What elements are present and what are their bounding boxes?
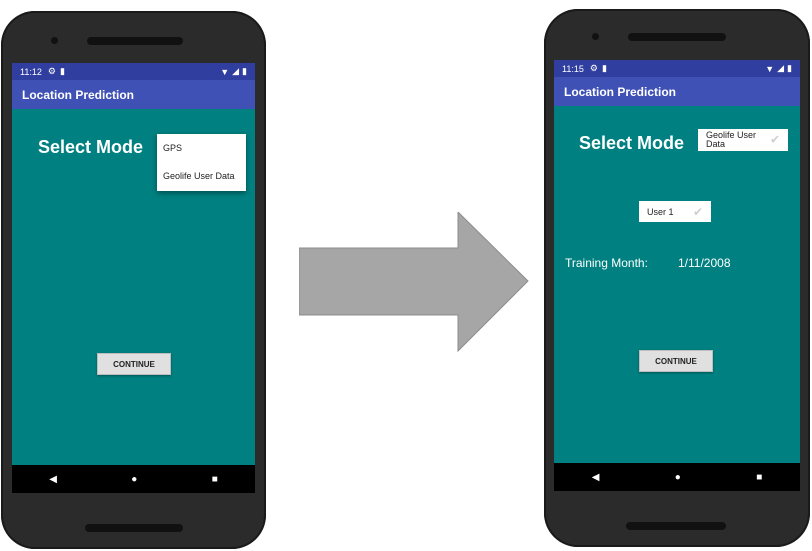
wifi-icon: ▼ xyxy=(765,63,775,74)
left-screen: 11:12 ⚙ ▮ ▼ ◢ ▮ Location Prediction Sele… xyxy=(12,63,255,493)
app-bar: Location Prediction xyxy=(12,80,255,109)
bottom-speaker xyxy=(626,522,726,530)
home-icon[interactable]: ● xyxy=(131,474,137,485)
front-camera xyxy=(592,33,599,40)
checkmark-icon: ✔ xyxy=(692,204,703,219)
signal-icon: ◢ xyxy=(232,66,240,76)
training-month-label: Training Month: xyxy=(565,256,648,270)
status-bar: 11:15 ⚙ ▮ ▼ ◢ ▮ xyxy=(554,60,800,77)
bottom-speaker xyxy=(85,524,183,532)
select-mode-heading: Select Mode xyxy=(579,133,685,153)
continue-button[interactable]: CONTINUE xyxy=(639,350,713,372)
gear-icon: ⚙ xyxy=(47,66,56,76)
front-camera xyxy=(51,37,58,44)
sd-card-icon: ▮ xyxy=(601,63,607,73)
menu-item-gps[interactable]: GPS xyxy=(157,134,246,162)
gear-icon: ⚙ xyxy=(589,63,598,73)
back-icon[interactable]: ◀ xyxy=(49,474,57,485)
menu-item-geolife[interactable]: Geolife User Data xyxy=(157,162,246,190)
back-icon[interactable]: ◀ xyxy=(592,472,600,483)
navigation-bar: ◀ ● ■ xyxy=(554,463,800,491)
checkmark-icon: ✔ xyxy=(769,132,780,147)
wifi-icon: ▼ xyxy=(220,66,230,77)
mode-dropdown-menu: GPS Geolife User Data xyxy=(157,134,246,191)
right-screen: 11:15 ⚙ ▮ ▼ ◢ ▮ Location Prediction Sele… xyxy=(554,60,800,491)
status-time: 11:12 xyxy=(20,66,42,77)
right-arrow-icon xyxy=(299,212,529,352)
top-speaker xyxy=(628,33,726,41)
left-phone-frame: 11:12 ⚙ ▮ ▼ ◢ ▮ Location Prediction Sele… xyxy=(1,11,266,549)
user-spinner[interactable]: User 1 ✔ xyxy=(639,201,711,222)
recents-icon[interactable]: ■ xyxy=(756,472,762,483)
battery-icon: ▮ xyxy=(787,63,792,73)
mode-spinner[interactable]: Geolife User Data ✔ xyxy=(698,129,788,151)
continue-button[interactable]: CONTINUE xyxy=(97,353,171,375)
select-mode-heading: Select Mode xyxy=(38,137,144,157)
app-bar: Location Prediction xyxy=(554,77,800,106)
top-speaker xyxy=(87,37,183,45)
user-spinner-value: User 1 xyxy=(647,206,674,217)
battery-icon: ▮ xyxy=(242,66,247,76)
training-month-value: 1/11/2008 xyxy=(678,256,731,270)
app-title: Location Prediction xyxy=(22,87,135,102)
navigation-bar: ◀ ● ■ xyxy=(12,465,255,493)
status-time: 11:15 xyxy=(562,63,584,74)
mode-spinner-value: Geolife User Data xyxy=(706,130,757,149)
app-title: Location Prediction xyxy=(564,84,677,99)
recents-icon[interactable]: ■ xyxy=(212,474,218,485)
signal-icon: ◢ xyxy=(777,63,785,73)
status-bar: 11:12 ⚙ ▮ ▼ ◢ ▮ xyxy=(12,63,255,80)
home-icon[interactable]: ● xyxy=(675,472,681,483)
right-phone-frame: 11:15 ⚙ ▮ ▼ ◢ ▮ Location Prediction Sele… xyxy=(544,9,810,547)
sd-card-icon: ▮ xyxy=(59,66,65,76)
